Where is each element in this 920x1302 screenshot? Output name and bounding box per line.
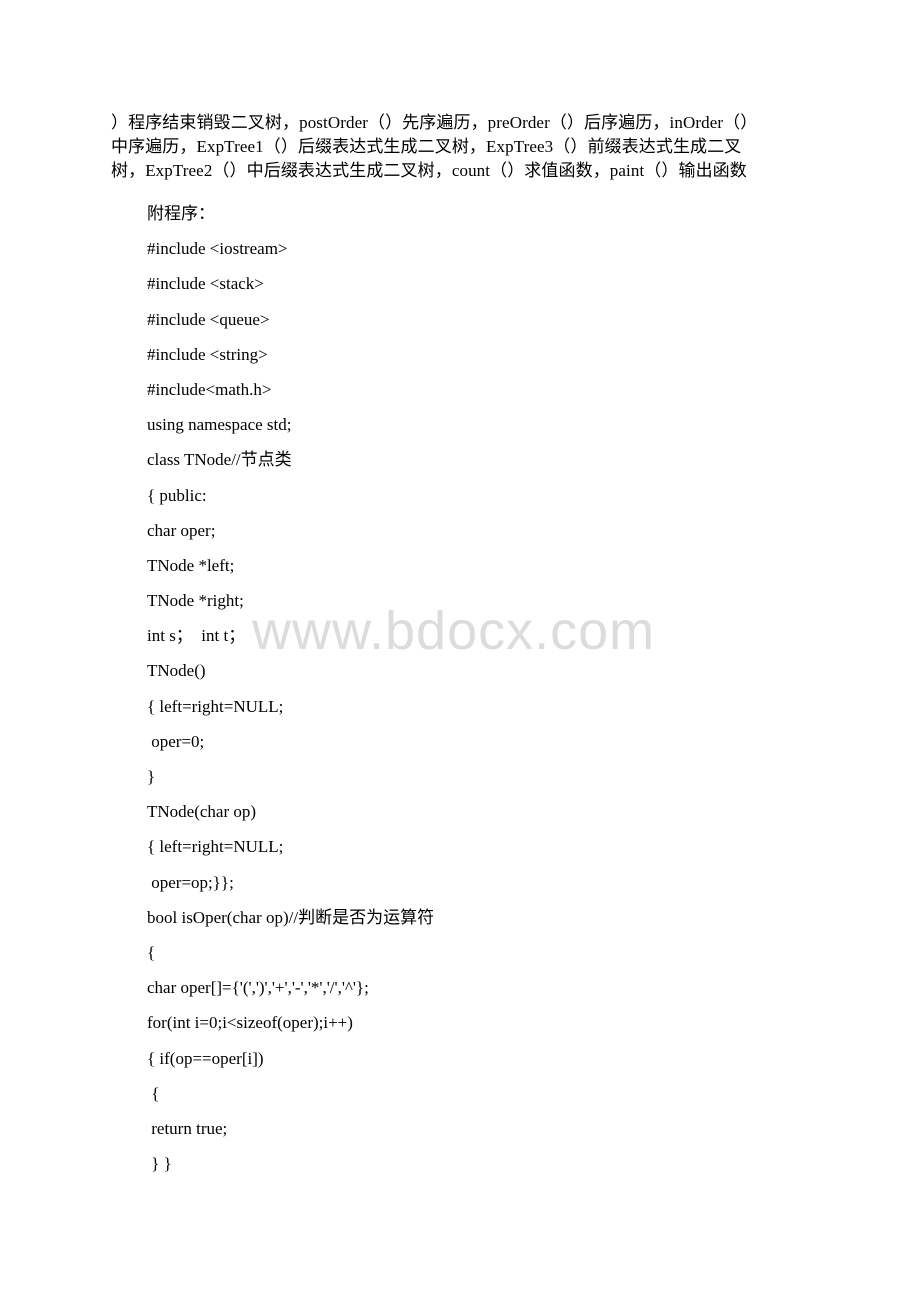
code-line: TNode *right;: [147, 591, 244, 611]
code-line: } }: [147, 1154, 172, 1174]
code-line: #include<math.h>: [147, 379, 272, 399]
intro-line: 中序遍历，ExpTree1（）后缀表达式生成二叉树，ExpTree3（）前缀表达…: [111, 137, 742, 156]
code-line: { if(op==oper[i]): [147, 1048, 264, 1068]
code-line: char oper;: [147, 520, 216, 540]
code-line: #include <stack>: [147, 274, 264, 294]
code-line: TNode *left;: [147, 555, 235, 575]
code-line: { left=right=NULL;: [147, 837, 284, 857]
intro-line: ）程序结束销毁二叉树，postOrder（）先序遍历，preOrder（）后序遍…: [111, 113, 758, 132]
code-line: for(int i=0;i<sizeof(oper);i++): [147, 1013, 353, 1033]
code-line: #include <iostream>: [147, 239, 288, 259]
intro-line: 树，ExpTree2（）中后缀表达式生成二叉树，count（）求值函数，pain…: [111, 161, 747, 180]
code-line: oper=op;}};: [147, 872, 234, 892]
code-line: { public:: [147, 485, 207, 505]
code-line: oper=0;: [147, 731, 205, 751]
code-line: TNode(char op): [147, 802, 257, 822]
code-line: TNode(): [147, 661, 206, 681]
code-line: {: [147, 942, 156, 962]
code-line: class TNode//节点类: [147, 450, 292, 470]
document-page: ）程序结束销毁二叉树，postOrder（）先序遍历，preOrder（）后序遍…: [0, 0, 920, 1302]
code-line: }: [147, 767, 156, 786]
code-listing: 附程序： #include <iostream> #include <stack…: [147, 196, 434, 1181]
code-line: char oper[]={'(',')','+','-','*','/','^'…: [147, 978, 369, 998]
code-line: #include <string>: [147, 344, 268, 364]
code-line: { left=right=NULL;: [147, 696, 284, 716]
code-line: #include <queue>: [147, 309, 270, 329]
code-heading: 附程序：: [147, 204, 215, 223]
code-line: int s； int t；: [147, 626, 246, 646]
code-line: bool isOper(char op)//判断是否为运算符: [147, 907, 435, 927]
code-line: using namespace std;: [147, 415, 292, 435]
code-line: return true;: [147, 1118, 228, 1138]
intro-paragraph: ）程序结束销毁二叉树，postOrder（）先序遍历，preOrder（）后序遍…: [111, 111, 811, 183]
code-line: {: [147, 1083, 160, 1103]
